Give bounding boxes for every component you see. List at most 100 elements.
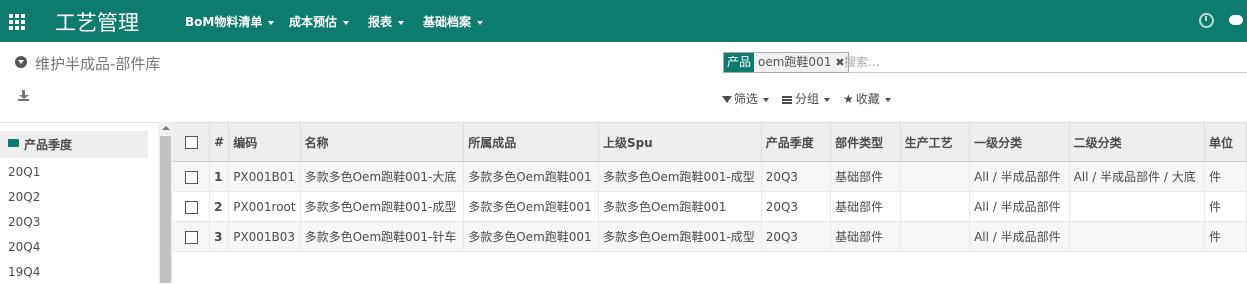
- cell-category2: All / 半成品部件 / 大底: [1069, 161, 1206, 192]
- bars-icon: [782, 95, 792, 104]
- menu-bom-label: BoM物料清单: [185, 15, 263, 29]
- caret-down-icon: [884, 97, 891, 102]
- table-header-row: # 编码 名称 所属成品 上级Spu 产品季度 部件类型 生产工艺 一级分类 二…: [173, 123, 1247, 162]
- facet-label: 产品: [724, 53, 755, 72]
- menu-master-data-label: 基础档案: [423, 15, 472, 29]
- scroll-up-arrow-icon[interactable]: [162, 126, 170, 130]
- cell-unit: 件: [1204, 221, 1247, 252]
- menu-master-data[interactable]: 基础档案: [423, 13, 484, 30]
- app-title: 工艺管理: [55, 11, 139, 35]
- groupby-button[interactable]: 分组: [782, 90, 831, 107]
- side-item-20q3[interactable]: 20Q3: [8, 215, 40, 229]
- apps-menu-icon[interactable]: [9, 14, 25, 30]
- category-side-panel: 产品季度 20Q1 20Q2 20Q3 20Q4 19Q4: [0, 122, 158, 284]
- cell-part-type: 基础部件: [830, 191, 901, 222]
- col-index[interactable]: #: [209, 123, 230, 162]
- page-title: 维护半成品-部件库: [35, 55, 161, 73]
- cell-part-type: 基础部件: [830, 221, 901, 252]
- col-process[interactable]: 生产工艺: [900, 123, 971, 162]
- cell-name: 多款多色Oem跑鞋001-大底: [300, 161, 465, 192]
- top-navbar: 工艺管理 BoM物料清单 成本预估 报表 基础档案: [0, 0, 1247, 42]
- filters-label: 筛选: [734, 92, 759, 106]
- cell-product: 多款多色Oem跑鞋001: [463, 191, 599, 222]
- cell-process: [900, 221, 971, 252]
- side-item-19q4[interactable]: 19Q4: [8, 265, 40, 279]
- menu-reports[interactable]: 报表: [368, 13, 405, 30]
- cell-code: PX001root: [228, 191, 301, 222]
- row-checkbox[interactable]: [184, 230, 198, 244]
- cell-category1: All / 半成品部件: [969, 191, 1070, 222]
- scrollbar-thumb[interactable]: [160, 136, 171, 283]
- select-all-cell[interactable]: [173, 123, 211, 162]
- cell-name: 多款多色Oem跑鞋001-成型: [300, 191, 465, 222]
- toggle-caret-icon[interactable]: [15, 56, 27, 68]
- cell-index: 3: [209, 221, 230, 252]
- table-row[interactable]: 2 PX001root 多款多色Oem跑鞋001-成型 多款多色Oem跑鞋001…: [173, 191, 1247, 222]
- col-category2[interactable]: 二级分类: [1069, 123, 1206, 162]
- cell-product: 多款多色Oem跑鞋001: [463, 161, 599, 192]
- folder-open-icon: [8, 139, 19, 147]
- list-view: # 编码 名称 所属成品 上级Spu 产品季度 部件类型 生产工艺 一级分类 二…: [173, 122, 1247, 284]
- menu-reports-label: 报表: [368, 15, 393, 29]
- cell-season: 20Q3: [761, 161, 832, 192]
- col-code[interactable]: 编码: [228, 123, 301, 162]
- caret-down-icon: [343, 20, 350, 25]
- cell-code: PX001B03: [228, 221, 301, 252]
- caret-down-icon: [398, 20, 405, 25]
- select-all-checkbox[interactable]: [184, 136, 198, 149]
- download-icon[interactable]: [18, 90, 30, 102]
- groupby-label: 分组: [795, 92, 820, 106]
- table-row[interactable]: 3 PX001B03 多款多色Oem跑鞋001-针车 多款多色Oem跑鞋001 …: [173, 221, 1247, 252]
- col-category1[interactable]: 一级分类: [969, 123, 1070, 162]
- menu-cost-estimate-label: 成本预估: [289, 15, 338, 29]
- facet-value: oem跑鞋001: [754, 53, 836, 72]
- search-bar: 产品 oem跑鞋001 ✖: [723, 52, 1247, 73]
- col-part-type[interactable]: 部件类型: [830, 123, 901, 162]
- side-item-20q1[interactable]: 20Q1: [8, 165, 40, 179]
- cell-code: PX001B01: [228, 161, 301, 192]
- cell-parent-spu: 多款多色Oem跑鞋001-成型: [598, 161, 762, 192]
- col-product[interactable]: 所属成品: [463, 123, 599, 162]
- row-select-cell[interactable]: [173, 191, 211, 222]
- col-parent-spu[interactable]: 上级Spu: [598, 123, 762, 162]
- side-panel-title: 产品季度: [24, 138, 73, 152]
- favorites-label: 收藏: [855, 92, 880, 106]
- cell-index: 1: [209, 161, 230, 192]
- row-select-cell[interactable]: [173, 221, 211, 252]
- cell-season: 20Q3: [761, 191, 832, 222]
- col-unit[interactable]: 单位: [1204, 123, 1247, 162]
- cell-category1: All / 半成品部件: [969, 161, 1070, 192]
- funnel-icon: [722, 96, 732, 103]
- search-facet: 产品 oem跑鞋001 ✖: [723, 52, 849, 73]
- row-checkbox[interactable]: [184, 170, 198, 184]
- menu-cost-estimate[interactable]: 成本预估: [289, 13, 350, 30]
- row-select-cell[interactable]: [173, 161, 211, 192]
- col-season[interactable]: 产品季度: [761, 123, 832, 162]
- row-checkbox[interactable]: [184, 200, 198, 214]
- cell-category1: All / 半成品部件: [969, 221, 1070, 252]
- side-item-20q4[interactable]: 20Q4: [8, 240, 40, 254]
- search-input[interactable]: [844, 53, 1234, 70]
- cell-name: 多款多色Oem跑鞋001-针车: [300, 221, 465, 252]
- cell-season: 20Q3: [761, 221, 832, 252]
- favorites-button[interactable]: ★ 收藏: [843, 90, 891, 107]
- table-row[interactable]: 1 PX001B01 多款多色Oem跑鞋001-大底 多款多色Oem跑鞋001 …: [173, 161, 1247, 192]
- cell-process: [900, 161, 971, 192]
- cell-parent-spu: 多款多色Oem跑鞋001-成型: [598, 221, 762, 252]
- cell-category2: [1069, 191, 1206, 222]
- data-table: # 编码 名称 所属成品 上级Spu 产品季度 部件类型 生产工艺 一级分类 二…: [173, 123, 1247, 252]
- activity-clock-icon[interactable]: [1199, 13, 1214, 28]
- cell-unit: 件: [1204, 161, 1247, 192]
- side-panel-scrollbar[interactable]: [158, 122, 173, 283]
- menu-bom[interactable]: BoM物料清单: [185, 13, 275, 30]
- side-panel-header[interactable]: [0, 131, 148, 158]
- cell-product: 多款多色Oem跑鞋001: [463, 221, 599, 252]
- cell-parent-spu: 多款多色Oem跑鞋001: [598, 191, 762, 222]
- side-item-20q2[interactable]: 20Q2: [8, 190, 40, 204]
- messaging-chat-icon[interactable]: [1229, 15, 1243, 25]
- filters-button[interactable]: 筛选: [722, 90, 770, 107]
- cell-part-type: 基础部件: [830, 161, 901, 192]
- star-icon: ★: [843, 92, 854, 106]
- caret-down-icon: [824, 97, 831, 102]
- col-name[interactable]: 名称: [300, 123, 465, 162]
